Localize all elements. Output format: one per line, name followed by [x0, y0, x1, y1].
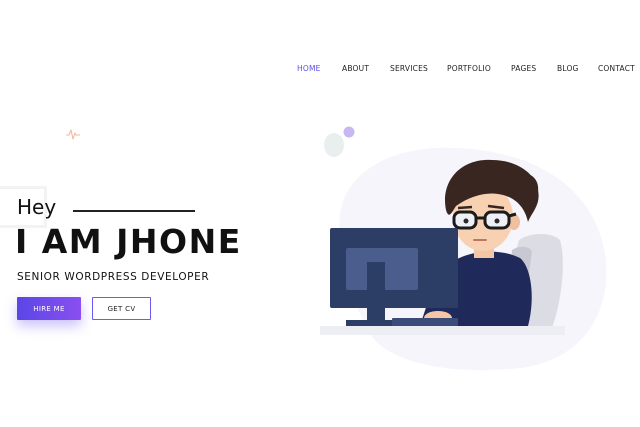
desk [320, 326, 565, 335]
developer-at-computer-illustration [320, 126, 607, 371]
glasses-icon [452, 210, 517, 230]
decorative-dot-gray [324, 133, 344, 157]
keyboard [392, 318, 458, 326]
decorative-dot-purple [343, 126, 355, 138]
